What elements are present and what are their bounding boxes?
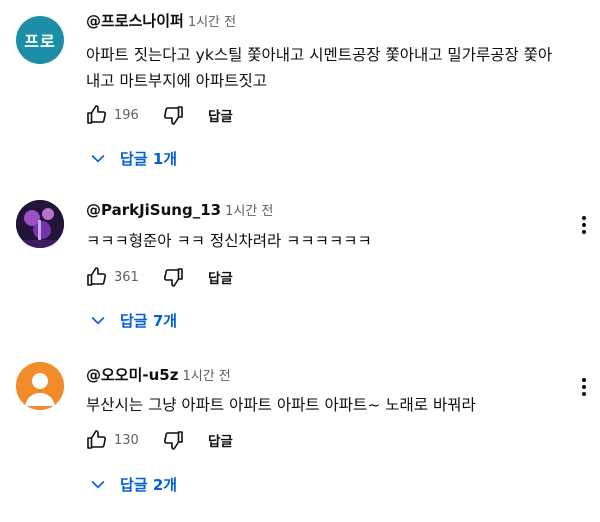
view-replies-button[interactable]: 답글 2개 xyxy=(88,469,177,499)
comment-menu-button[interactable] xyxy=(572,213,596,237)
more-vert-icon xyxy=(582,378,586,396)
view-replies-button[interactable]: 답글 7개 xyxy=(88,305,177,335)
reply-button[interactable]: 답글 xyxy=(208,267,233,287)
thumbs-up-icon xyxy=(87,430,107,449)
like-button[interactable] xyxy=(82,425,112,455)
chevron-down-icon xyxy=(91,316,105,325)
thumbs-down-icon xyxy=(163,431,183,450)
comment-text: 부산시는 그냥 아파트 아파트 아파트 아파트~ 노래로 바꿔라 xyxy=(86,396,476,414)
like-button[interactable] xyxy=(82,100,112,130)
avatar-initials: 프로 xyxy=(24,32,56,51)
thumbs-down-icon xyxy=(163,268,183,287)
author-name[interactable]: @ParkJiSung_13 xyxy=(86,201,221,219)
default-avatar-icon xyxy=(16,362,64,410)
like-button[interactable] xyxy=(82,262,112,292)
comment-menu-button[interactable] xyxy=(572,375,596,399)
thumbs-up-icon xyxy=(87,267,107,286)
replies-label: 답글 1개 xyxy=(120,149,178,168)
chevron-down-icon xyxy=(91,480,105,489)
like-count: 361 xyxy=(114,269,139,285)
view-replies-button[interactable]: 답글 1개 xyxy=(88,143,177,173)
avatar[interactable] xyxy=(16,200,64,248)
more-vert-icon xyxy=(582,216,586,234)
like-count: 196 xyxy=(114,107,139,123)
comment-time[interactable]: 1시간 전 xyxy=(182,369,230,384)
dislike-button[interactable] xyxy=(158,425,188,455)
comment-header: @ParkJiSung_13 1시간 전 xyxy=(86,200,273,219)
author-name[interactable]: @오오미-u5z xyxy=(86,366,178,384)
comment-text: ㅋㅋㅋ형준아 ㅋㅋ 정신차려라 ㅋㅋㅋㅋㅋㅋ xyxy=(86,232,372,250)
reply-button[interactable]: 답글 xyxy=(208,430,233,450)
replies-label: 답글 7개 xyxy=(120,311,178,330)
comment-time[interactable]: 1시간 전 xyxy=(188,15,236,30)
thumbs-down-icon xyxy=(163,106,183,125)
comment-header: @오오미-u5z 1시간 전 xyxy=(86,364,231,385)
avatar[interactable] xyxy=(16,362,64,410)
comment-actions: 361 답글 xyxy=(82,262,233,292)
comment-text: 아파트 짓는다고 yk스틸 쫓아내고 시멘트공장 쫓아내고 밀가루공장 쫓아내고… xyxy=(86,46,553,90)
profile-photo xyxy=(16,200,64,248)
thumbs-up-icon xyxy=(87,105,107,124)
comment-actions: 196 답글 xyxy=(82,100,233,130)
replies-label: 답글 2개 xyxy=(120,475,178,494)
author-name[interactable]: @프로스나이퍼 xyxy=(86,12,184,30)
comment-header: @프로스나이퍼 1시간 전 xyxy=(86,10,236,31)
dislike-button[interactable] xyxy=(158,100,188,130)
comment-time[interactable]: 1시간 전 xyxy=(225,204,273,219)
comment-actions: 130 답글 xyxy=(82,425,233,455)
avatar[interactable]: 프로 xyxy=(16,16,64,64)
reply-button[interactable]: 답글 xyxy=(208,105,233,125)
dislike-button[interactable] xyxy=(158,262,188,292)
like-count: 130 xyxy=(114,432,139,448)
chevron-down-icon xyxy=(91,154,105,163)
